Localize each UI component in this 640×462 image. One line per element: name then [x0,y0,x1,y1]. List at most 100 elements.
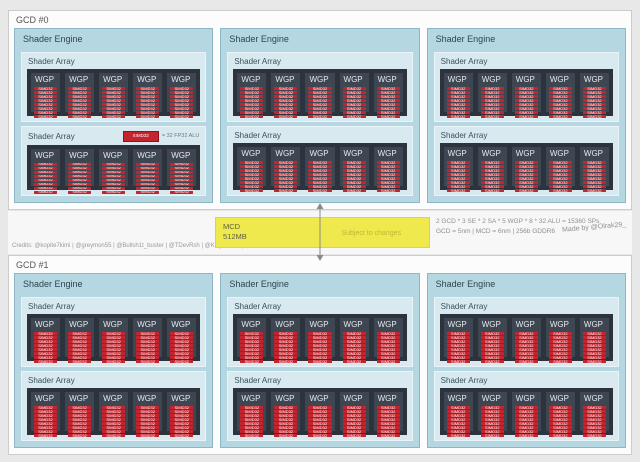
shader-array: Shader Array SIMD32 = 32 FP32 ALU WGP SIMD32… [21,126,207,196]
simd32-unit: SIMD32 [308,430,332,433]
wgp-container: WGP SIMD32 SIMD32 SIMD32 SIMD32 SIMD32 SIMD32 S… [233,69,407,118]
simd32-unit: SIMD32 [240,173,264,176]
simd32-unit: SIMD32 [34,414,58,417]
simd32-unit: SIMD32 [274,173,298,176]
simd32-unit: SIMD32 [308,177,332,180]
shader-array-title: Shader Array [234,376,282,385]
simd32-unit: SIMD32 [136,166,160,170]
simd32-unit: SIMD32 [136,95,160,98]
simd32-unit: SIMD32 [274,360,298,363]
simd32-unit: SIMD32 [308,185,332,188]
simd32-unit: SIMD32 [136,182,160,186]
simd32-unit: SIMD32 [240,165,264,168]
simd32-unit: SIMD32 [480,169,504,172]
simd32-unit: SIMD32 [376,169,400,172]
simd32-unit: SIMD32 [240,177,264,180]
simd32-unit: SIMD32 [240,161,264,164]
simd32-unit: SIMD32 [480,336,504,339]
simd32-unit: SIMD32 [582,360,606,363]
simd32-unit: SIMD32 [308,87,332,90]
simd32-unit: SIMD32 [376,189,400,192]
simd32-unit: SIMD32 [240,181,264,184]
simd32-unit: SIMD32 [240,348,264,351]
simd32-unit: SIMD32 [376,352,400,355]
shader-array: Shader Array WGP SIMD32 SIMD32 SIMD32 SIMD32 S… [21,52,207,122]
wgp-title: WGP [241,149,261,158]
simd32-unit: SIMD32 [308,103,332,106]
simd32-unit: SIMD32 [34,190,58,194]
shader-engine: Shader Engine Shader Array WGP SIMD32 SIMD32… [14,273,214,448]
wgp-container: WGP SIMD32 SIMD32 SIMD32 SIMD32 SIMD32 SIMD32 S… [439,314,613,363]
simd32-unit: SIMD32 [376,414,400,417]
simd32-unit: SIMD32 [548,406,572,409]
simd32-unit: SIMD32 [376,185,400,188]
simd32-unit: SIMD32 [308,352,332,355]
simd32-unit: SIMD32 [68,166,92,170]
simd32-unit: SIMD32 [514,348,538,351]
simd32-unit: SIMD32 [376,87,400,90]
wgp: WGP SIMD32 SIMD32 SIMD32 SIMD32 SIMD32 SIMD32 S… [305,147,335,192]
wgp: WGP SIMD32 SIMD32 SIMD32 SIMD32 SIMD32 SIMD32 S… [579,318,609,363]
simd32-unit: SIMD32 [136,111,160,114]
simd32-unit: SIMD32 [376,410,400,413]
simd32-unit: SIMD32 [136,103,160,106]
simd32-unit: SIMD32 [582,177,606,180]
shader-engine: Shader Engine Shader Array WGP SIMD32 SIMD32… [426,28,626,203]
wgp: WGP SIMD32 SIMD32 SIMD32 SIMD32 SIMD32 SIMD32 S… [271,318,301,363]
wgp-title: WGP [309,149,329,158]
simd32-unit: SIMD32 [514,418,538,421]
simd32-unit: SIMD32 [34,107,58,110]
simd32-unit: SIMD32 [68,360,92,363]
shader-array-header: Shader Array [233,56,406,69]
simd32-unit: SIMD32 [342,91,366,94]
simd32-unit: SIMD32 [308,406,332,409]
wgp-title: WGP [447,320,467,329]
wgp-title: WGP [343,320,363,329]
simd32-unit: SIMD32 [136,178,160,182]
simd32-unit: SIMD32 [308,414,332,417]
wgp-title: WGP [137,75,157,84]
simd32-unit: SIMD32 [376,356,400,359]
simd32-unit: SIMD32 [446,430,470,433]
simd32-unit: SIMD32 [68,107,92,110]
simd32-unit: SIMD32 [170,95,194,98]
simd32-unit: SIMD32 [240,360,264,363]
simd32-unit: SIMD32 [68,178,92,182]
simd32-unit: SIMD32 [170,91,194,94]
simd32-unit: SIMD32 [446,414,470,417]
simd32-unit: SIMD32 [582,356,606,359]
simd32-unit: SIMD32 [102,348,126,351]
simd32-unit: SIMD32 [514,336,538,339]
simd32-unit: SIMD32 [170,430,194,433]
simd32-unit: SIMD32 [446,344,470,347]
simd32-unit: SIMD32 [446,406,470,409]
simd32-unit: SIMD32 [308,418,332,421]
simd32-unit: SIMD32 [170,107,194,110]
shader-array-header: Shader Array [27,375,200,388]
wgp-title: WGP [241,394,261,403]
simd32-unit: SIMD32 [170,340,194,343]
simd32-unit: SIMD32 [342,336,366,339]
simd32-unit: SIMD32 [342,87,366,90]
simd32-unit: SIMD32 [136,410,160,413]
simd32-unit: SIMD32 [274,414,298,417]
simd32-unit: SIMD32 [342,418,366,421]
shader-array-header: Shader Array [27,56,200,69]
simd32-unit: SIMD32 [308,344,332,347]
simd32-unit: SIMD32 [480,189,504,192]
wgp: WGP SIMD32 SIMD32 SIMD32 SIMD32 SIMD32 SIMD32 S… [545,147,575,192]
simd32-unit: SIMD32 [548,356,572,359]
simd32-unit: SIMD32 [514,426,538,429]
simd32-unit: SIMD32 [446,173,470,176]
simd32-unit: SIMD32 [136,115,160,118]
simd32-unit: SIMD32 [582,418,606,421]
simd32-unit: SIMD32 [446,103,470,106]
simd32-unit: SIMD32 [308,332,332,335]
simd32-unit: SIMD32 [480,177,504,180]
shader-array: Shader Array WGP SIMD32 SIMD32 SIMD32 SIMD32 S… [433,52,619,122]
shader-array-title: Shader Array [234,302,282,311]
simd32-unit: SIMD32 [514,169,538,172]
simd32-unit: SIMD32 [240,115,264,118]
simd32-unit: SIMD32 [376,348,400,351]
wgp-title: WGP [343,149,363,158]
